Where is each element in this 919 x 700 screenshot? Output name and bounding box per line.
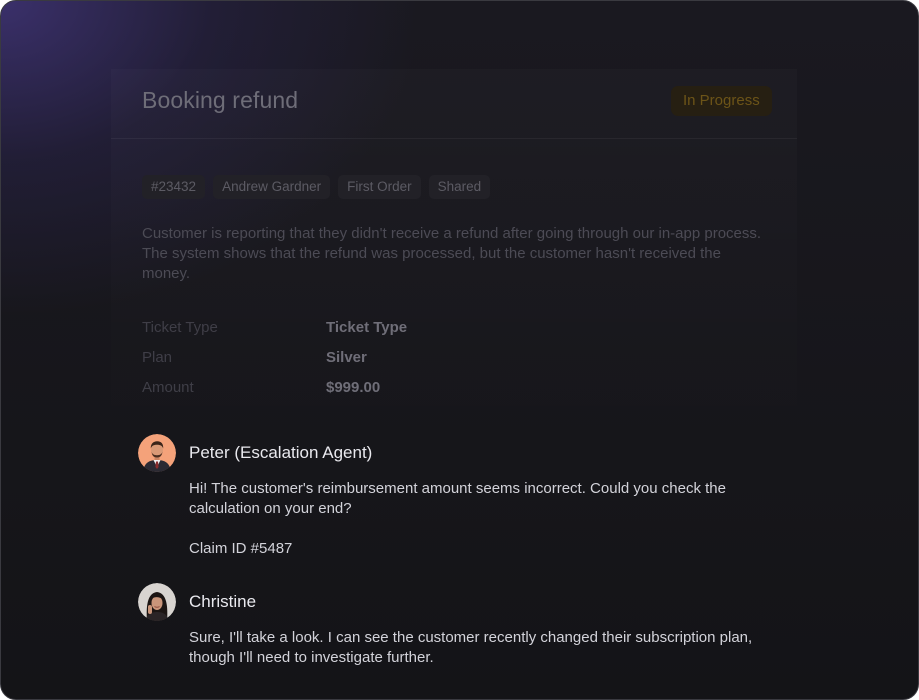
message-body: Hi! The customer's reimbursement amount … (189, 479, 789, 559)
avatar-man-suit-icon[interactable] (138, 434, 176, 472)
message-author: Peter (Escalation Agent) (189, 443, 373, 462)
status-badge[interactable]: In Progress (671, 86, 772, 116)
tag-ticket-id[interactable]: #23432 (142, 175, 206, 199)
ticket-description: Customer is reporting that they didn't r… (142, 225, 762, 282)
message-author: Christine (189, 592, 257, 611)
tag-list: #23432 Andrew Gardner First Order Shared (142, 175, 491, 199)
tag-customer[interactable]: Andrew Gardner (213, 175, 331, 199)
tag-shared[interactable]: Shared (428, 175, 491, 199)
detail-value: Silver (326, 349, 367, 366)
detail-label: Ticket Type (142, 319, 218, 336)
app-window: Booking refund In Progress #23432 Andrew… (0, 0, 919, 700)
tag-first-order[interactable]: First Order (338, 175, 421, 199)
detail-value: $999.00 (326, 379, 381, 396)
detail-row-plan: Plan Silver (142, 349, 542, 379)
detail-value: Ticket Type (326, 319, 408, 336)
message-body: Sure, I'll take a look. I can see the cu… (189, 628, 789, 668)
detail-row-amount: Amount $999.00 (142, 379, 542, 409)
message-text: Claim ID #5487 (189, 540, 293, 557)
ticket-header: Booking refund In Progress (111, 69, 797, 139)
ticket-details: Ticket Type Ticket Type Plan Silver Amou… (142, 319, 542, 409)
detail-label: Plan (142, 349, 173, 366)
ticket-title: Booking refund (142, 87, 299, 113)
message-text: Sure, I'll take a look. I can see the cu… (189, 629, 753, 666)
avatar-woman-icon[interactable] (138, 583, 176, 621)
detail-row-ticket-type: Ticket Type Ticket Type (142, 319, 542, 349)
detail-label: Amount (142, 379, 194, 396)
message-text: Hi! The customer's reimbursement amount … (189, 480, 726, 517)
